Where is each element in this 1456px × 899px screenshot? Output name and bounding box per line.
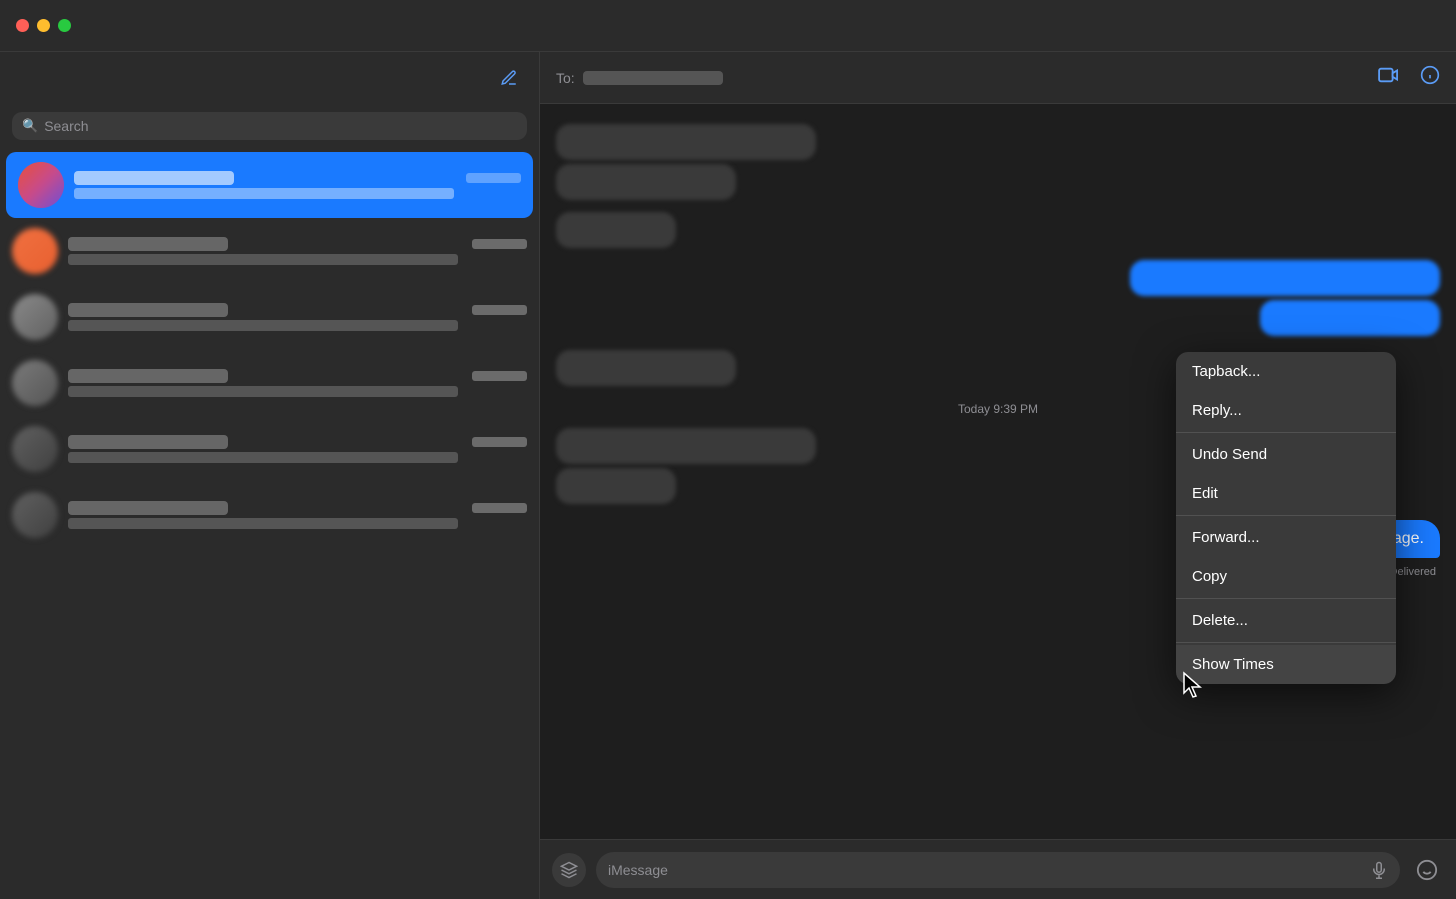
search-bar[interactable]: 🔍 bbox=[12, 112, 527, 140]
message-bubble-blurred bbox=[556, 164, 736, 200]
app-store-button[interactable] bbox=[552, 853, 586, 887]
search-input[interactable] bbox=[44, 118, 517, 134]
conv-preview bbox=[68, 386, 458, 397]
message-input-placeholder: iMessage bbox=[608, 862, 668, 878]
compose-button[interactable] bbox=[495, 64, 523, 92]
conversation-item[interactable] bbox=[0, 218, 539, 284]
conv-time bbox=[472, 305, 527, 315]
avatar bbox=[12, 360, 58, 406]
conv-name bbox=[74, 171, 234, 185]
avatar bbox=[12, 294, 58, 340]
audio-input-icon bbox=[1370, 861, 1388, 879]
message-bubble-blurred bbox=[556, 124, 816, 160]
conv-time bbox=[472, 371, 527, 381]
search-icon: 🔍 bbox=[22, 118, 38, 134]
message-bubble-blurred bbox=[556, 428, 816, 464]
traffic-lights bbox=[16, 19, 71, 32]
avatar bbox=[12, 228, 58, 274]
conversation-content bbox=[68, 435, 527, 463]
menu-item-delete[interactable]: Delete... bbox=[1176, 601, 1396, 640]
menu-divider bbox=[1176, 515, 1396, 516]
conversation-item[interactable] bbox=[0, 416, 539, 482]
video-call-icon[interactable] bbox=[1378, 66, 1400, 89]
conversation-list bbox=[0, 152, 539, 899]
conv-time bbox=[472, 239, 527, 249]
message-bubble-blurred bbox=[556, 350, 736, 386]
conversation-item[interactable] bbox=[6, 152, 533, 218]
chat-input-area: iMessage bbox=[540, 839, 1456, 899]
menu-item-show-times[interactable]: Show Times bbox=[1176, 645, 1396, 684]
conversation-content bbox=[68, 237, 527, 265]
conv-name bbox=[68, 303, 228, 317]
conversation-item[interactable] bbox=[0, 284, 539, 350]
message-row bbox=[556, 260, 1440, 336]
menu-item-copy[interactable]: Copy bbox=[1176, 557, 1396, 596]
sidebar-header bbox=[0, 52, 539, 104]
avatar bbox=[12, 426, 58, 472]
menu-divider bbox=[1176, 432, 1396, 433]
conv-time bbox=[472, 503, 527, 513]
info-icon[interactable] bbox=[1420, 65, 1440, 90]
conversation-item[interactable] bbox=[0, 350, 539, 416]
conv-name bbox=[68, 435, 228, 449]
close-button[interactable] bbox=[16, 19, 29, 32]
message-bubble-blurred bbox=[1260, 300, 1440, 336]
conv-name bbox=[68, 237, 228, 251]
conversation-content bbox=[68, 369, 527, 397]
to-label: To: bbox=[556, 70, 575, 86]
conv-preview bbox=[68, 518, 458, 529]
chat-area: To: bbox=[540, 52, 1456, 899]
menu-item-forward[interactable]: Forward... bbox=[1176, 518, 1396, 557]
chat-header-icons bbox=[1378, 65, 1440, 90]
chat-header: To: bbox=[540, 52, 1456, 104]
conversation-content bbox=[68, 303, 527, 331]
conv-preview bbox=[74, 188, 454, 199]
conversation-content bbox=[68, 501, 527, 529]
message-bubble-blurred bbox=[556, 212, 676, 248]
context-menu: Tapback... Reply... Undo Send Edit Forwa… bbox=[1176, 352, 1396, 684]
conv-preview bbox=[68, 452, 458, 463]
message-row bbox=[556, 212, 1440, 248]
main-layout: 🔍 bbox=[0, 52, 1456, 899]
menu-item-edit[interactable]: Edit bbox=[1176, 474, 1396, 513]
conv-name bbox=[68, 369, 228, 383]
conv-preview bbox=[68, 320, 458, 331]
menu-item-undo-send[interactable]: Undo Send bbox=[1176, 435, 1396, 474]
recipient-name bbox=[583, 71, 723, 85]
message-bubble-blurred bbox=[1130, 260, 1440, 296]
message-bubble-blurred bbox=[556, 468, 676, 504]
conversation-content bbox=[74, 171, 521, 199]
maximize-button[interactable] bbox=[58, 19, 71, 32]
conv-preview bbox=[68, 254, 458, 265]
emoji-button[interactable] bbox=[1410, 853, 1444, 887]
menu-item-tapback[interactable]: Tapback... bbox=[1176, 352, 1396, 391]
menu-item-reply[interactable]: Reply... bbox=[1176, 391, 1396, 430]
title-bar bbox=[0, 0, 1456, 52]
menu-divider bbox=[1176, 598, 1396, 599]
menu-divider bbox=[1176, 642, 1396, 643]
sidebar: 🔍 bbox=[0, 52, 540, 899]
message-row bbox=[556, 124, 1440, 200]
avatar bbox=[12, 492, 58, 538]
conversation-item[interactable] bbox=[0, 482, 539, 548]
message-input[interactable]: iMessage bbox=[596, 852, 1400, 888]
conv-time bbox=[472, 437, 527, 447]
avatar bbox=[18, 162, 64, 208]
minimize-button[interactable] bbox=[37, 19, 50, 32]
conv-time bbox=[466, 173, 521, 183]
conv-name bbox=[68, 501, 228, 515]
chat-header-left: To: bbox=[556, 70, 723, 86]
